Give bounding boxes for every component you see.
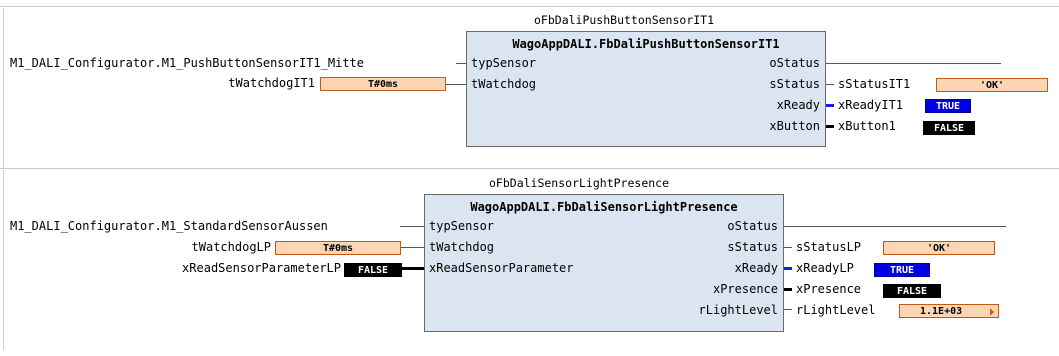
monitor-value-tWatchdog[interactable]: T#0ms bbox=[275, 241, 401, 255]
pin-typSensor[interactable]: typSensor bbox=[471, 56, 536, 70]
pin-sStatus[interactable]: sStatus bbox=[769, 77, 820, 91]
wire bbox=[401, 247, 424, 248]
output-var-sStatus[interactable]: sStatusIT1 bbox=[838, 77, 910, 91]
pin-oStatus[interactable]: oStatus bbox=[769, 56, 820, 70]
wire bbox=[402, 267, 424, 270]
monitor-value-xReady[interactable]: TRUE bbox=[874, 263, 930, 277]
function-block[interactable]: WagoAppDALI.FbDaliSensorLightPresence ty… bbox=[424, 194, 784, 332]
pin-oStatus[interactable]: oStatus bbox=[727, 219, 778, 233]
wire-xReady bbox=[826, 104, 834, 107]
input-var-tWatchdog[interactable]: tWatchdogIT1 bbox=[228, 76, 315, 90]
function-block[interactable]: WagoAppDALI.FbDaliPushButtonSensorIT1 ty… bbox=[466, 31, 826, 147]
network-separator-top bbox=[0, 6, 1059, 7]
input-var-typSensor[interactable]: M1_DALI_Configurator.M1_PushButtonSensor… bbox=[10, 56, 364, 70]
wire bbox=[400, 226, 424, 227]
output-var-sStatus[interactable]: sStatusLP bbox=[796, 240, 861, 254]
wire-xPresence bbox=[784, 288, 792, 291]
monitor-value-xReadSensorParameter[interactable]: FALSE bbox=[344, 263, 402, 277]
wire-xButton bbox=[826, 125, 834, 128]
wire-oStatus bbox=[826, 63, 1001, 64]
monitor-value-sStatus[interactable]: 'OK' bbox=[936, 78, 1048, 92]
monitor-value-rLightLevel[interactable]: 1.1E+03 bbox=[899, 304, 999, 318]
instance-name[interactable]: oFbDaliPushButtonSensorIT1 bbox=[534, 13, 714, 27]
pin-xReady[interactable]: xReady bbox=[735, 261, 778, 275]
monitor-value-xReady[interactable]: TRUE bbox=[925, 99, 971, 113]
output-var-xReady[interactable]: xReadyLP bbox=[796, 261, 854, 275]
output-var-xPresence[interactable]: xPresence bbox=[796, 282, 861, 296]
pin-xReadSensorParameter[interactable]: xReadSensorParameter bbox=[429, 261, 574, 275]
pin-xReady[interactable]: xReady bbox=[777, 98, 820, 112]
pin-xPresence[interactable]: xPresence bbox=[713, 282, 778, 296]
instance-name[interactable]: oFbDaliSensorLightPresence bbox=[489, 176, 669, 190]
function-block-type: WagoAppDALI.FbDaliSensorLightPresence bbox=[470, 200, 738, 214]
wire-oStatus bbox=[784, 226, 1006, 227]
pin-tWatchdog[interactable]: tWatchdog bbox=[429, 240, 494, 254]
monitor-value-sStatus[interactable]: 'OK' bbox=[883, 241, 995, 255]
input-var-xReadSensorParameter[interactable]: xReadSensorParameterLP bbox=[182, 261, 341, 275]
output-var-xReady[interactable]: xReadyIT1 bbox=[838, 98, 903, 112]
monitor-value-tWatchdog[interactable]: T#0ms bbox=[320, 77, 446, 91]
wire-rLightLevel bbox=[784, 309, 792, 310]
monitor-value-text: 1.1E+03 bbox=[920, 306, 963, 317]
monitor-value-xPresence[interactable]: FALSE bbox=[883, 284, 941, 298]
input-var-tWatchdog[interactable]: tWatchdogLP bbox=[192, 240, 271, 254]
input-var-typSensor[interactable]: M1_DALI_Configurator.M1_StandardSensorAu… bbox=[10, 219, 328, 233]
pin-rLightLevel[interactable]: rLightLevel bbox=[699, 303, 778, 317]
left-power-rail-1 bbox=[3, 8, 4, 168]
left-power-rail-2 bbox=[3, 170, 4, 350]
function-block-type: WagoAppDALI.FbDaliPushButtonSensorIT1 bbox=[512, 37, 780, 51]
pin-tWatchdog[interactable]: tWatchdog bbox=[471, 77, 536, 91]
pin-typSensor[interactable]: typSensor bbox=[429, 219, 494, 233]
wire-sStatus bbox=[826, 84, 834, 85]
pin-sStatus[interactable]: sStatus bbox=[727, 240, 778, 254]
output-var-rLightLevel[interactable]: rLightLevel bbox=[796, 303, 875, 317]
wire bbox=[456, 63, 466, 64]
wire bbox=[446, 84, 466, 85]
network-separator bbox=[0, 168, 1059, 169]
wire-sStatus bbox=[784, 247, 792, 248]
monitor-value-xButton[interactable]: FALSE bbox=[923, 121, 975, 135]
output-var-xButton[interactable]: xButton1 bbox=[838, 119, 896, 133]
pin-xButton[interactable]: xButton bbox=[769, 119, 820, 133]
arrow-right-icon[interactable] bbox=[990, 308, 994, 316]
wire-xReady bbox=[784, 267, 792, 270]
